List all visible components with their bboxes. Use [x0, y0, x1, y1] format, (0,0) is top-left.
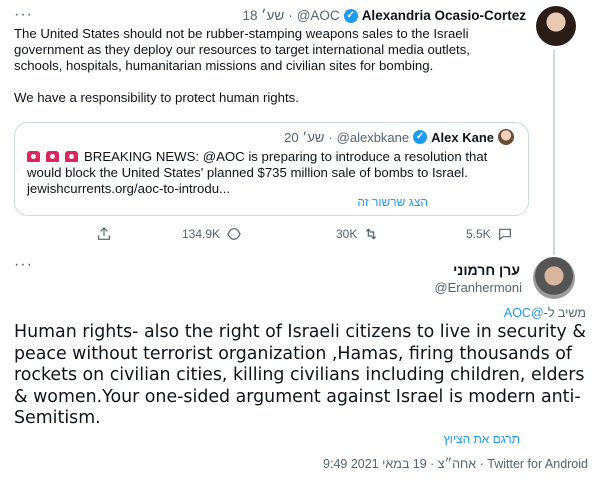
siren-icon: [27, 151, 40, 162]
retweet-icon: [366, 228, 377, 240]
siren-icon: [46, 151, 59, 162]
replying-to: משיב ל-@AOC: [504, 306, 586, 320]
quoted-text: BREAKING NEWS: @AOC is preparing to intr…: [27, 149, 488, 196]
author-name[interactable]: ערן חרמוני: [453, 262, 520, 278]
views-icon: [227, 228, 241, 240]
replying-to-handle[interactable]: @AOC: [504, 306, 544, 320]
tweet-text-paragraph: We have a responsibility to protect huma…: [14, 90, 299, 105]
quoted-tweet-time: 20 שע׳: [284, 129, 325, 145]
share-icon: [98, 227, 110, 240]
tweet-text: Human rights- also the right of Israeli …: [14, 322, 586, 428]
show-thread-link[interactable]: הצג שרשור זה: [357, 195, 428, 209]
tweet-timestamp[interactable]: 9:49 אחה״צ · 19 במאי 2021 · Twitter for …: [323, 457, 588, 471]
retweet-count: 30K: [336, 227, 358, 241]
thread-line: [553, 50, 555, 255]
like-button[interactable]: 5.5K: [466, 226, 513, 242]
quoted-tweet-header: 20 שע׳ · @alexbkane ✓ Alex Kane: [284, 129, 514, 145]
siren-icon: [65, 151, 78, 162]
author-handle[interactable]: @Eranhermoni: [434, 280, 522, 295]
avatar[interactable]: [533, 257, 575, 299]
quoted-author-name: Alex Kane: [431, 129, 494, 145]
views-button[interactable]: 134.9K: [182, 226, 242, 242]
replying-to-label: משיב ל-: [543, 306, 586, 320]
share-button[interactable]: [96, 226, 112, 242]
separator: ·: [328, 129, 333, 145]
author-name[interactable]: Alexandria Ocasio-Cortez: [362, 8, 526, 23]
like-count: 5.5K: [466, 227, 491, 241]
tweet-text: The United States should not be rubber-s…: [14, 26, 514, 122]
tweet-time[interactable]: 18 שע׳: [243, 8, 285, 23]
more-options-icon[interactable]: ···: [14, 256, 33, 274]
quoted-tweet-card[interactable]: 20 שע׳ · @alexbkane ✓ Alex Kane BREAKING…: [14, 122, 529, 216]
verified-icon: ✓: [343, 8, 358, 23]
avatar[interactable]: [536, 6, 576, 46]
quoted-avatar: [498, 129, 514, 145]
more-options-icon[interactable]: ···: [14, 6, 33, 24]
quoted-author-handle: @alexbkane: [336, 129, 410, 145]
translate-tweet-link[interactable]: תרגם את הציוץ: [444, 432, 520, 446]
author-handle[interactable]: @AOC: [297, 8, 340, 23]
quoted-tweet-text: BREAKING NEWS: @AOC is preparing to intr…: [27, 149, 507, 197]
verified-icon: ✓: [413, 130, 428, 144]
separator: ·: [288, 8, 293, 23]
reply-icon: [498, 228, 511, 241]
retweet-button[interactable]: 30K: [336, 226, 379, 242]
tweet-header: 18 שע׳ · @AOC ✓ Alexandria Ocasio-Cortez: [243, 8, 526, 23]
tweet-text-paragraph: The United States should not be rubber-s…: [14, 26, 470, 73]
views-count: 134.9K: [182, 227, 221, 241]
